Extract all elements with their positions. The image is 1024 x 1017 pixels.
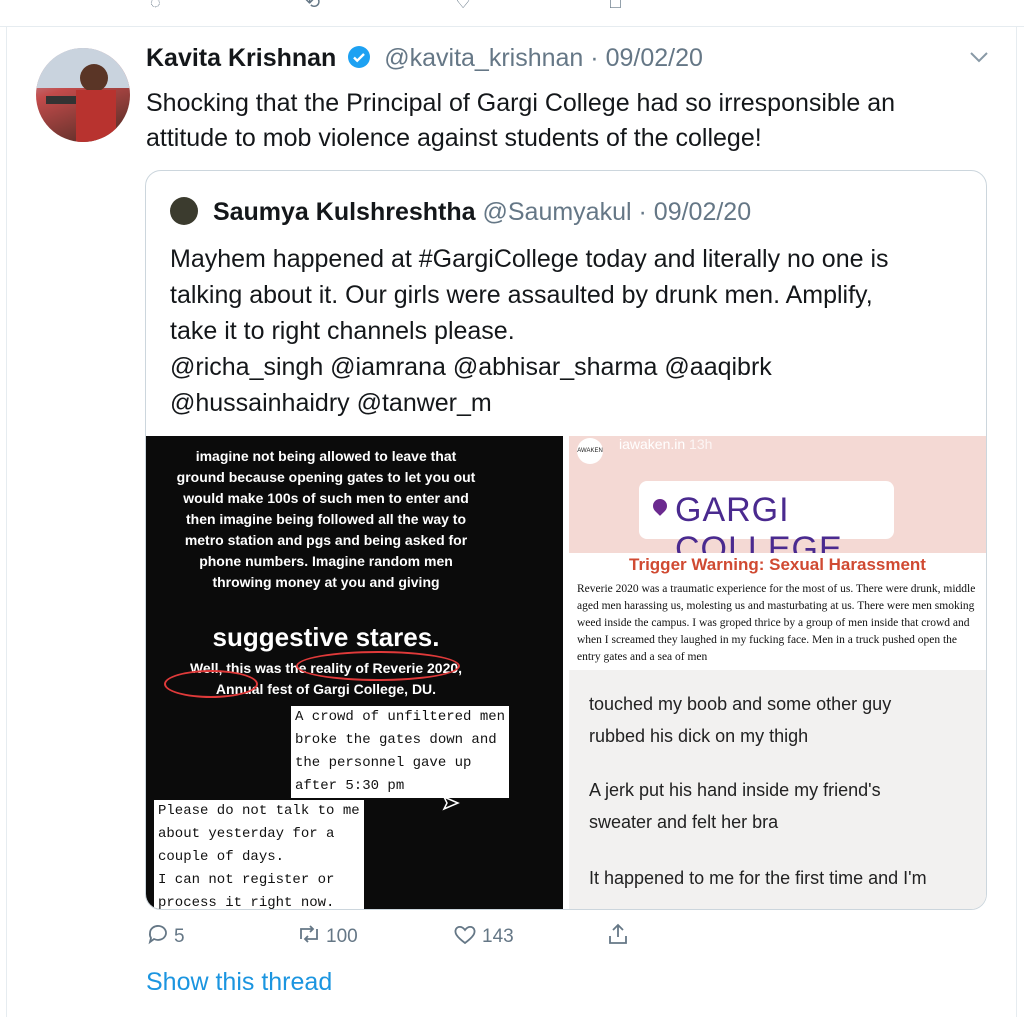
quoted-line: @richa_singh @iamrana @abhisar_sharma @a…: [170, 353, 772, 381]
reply-button[interactable]: 5: [146, 922, 185, 948]
right-border: [1016, 26, 1017, 1017]
quoted-line: Mayhem happened at #GargiCollege today a…: [170, 245, 889, 273]
heart-icon: [454, 925, 476, 945]
author-handle[interactable]: @kavita_krishnan: [384, 44, 583, 72]
quoted-avatar: [170, 197, 198, 225]
quoted-line: talking about it. Our girls were assault…: [170, 281, 873, 309]
like-icon[interactable]: ♡: [455, 0, 471, 13]
verified-badge-icon: [348, 46, 371, 68]
send-icon: [442, 795, 460, 811]
retweet-button[interactable]: 100: [296, 922, 358, 948]
show-thread-link[interactable]: Show this thread: [146, 968, 332, 997]
story-paragraph: imagine not being allowed to leave that …: [176, 448, 476, 590]
quoted-author-name: Saumya Kulshreshtha: [212, 198, 476, 226]
tweet-date[interactable]: 09/02/20: [606, 44, 703, 72]
location-sticker: GARGI COLLEGE: [639, 481, 894, 568]
chevron-down-icon[interactable]: [968, 50, 990, 64]
quoted-author-handle: @Saumyakul: [482, 198, 632, 226]
like-button[interactable]: 143: [452, 922, 514, 948]
story-avatar: AWAKEN: [577, 438, 603, 464]
story-user: iawaken.in 13h: [619, 436, 713, 452]
previous-tweet-actions: ◌ ⟲ ♡ □: [0, 0, 1024, 27]
quoted-tweet-header: Saumya Kulshreshtha @Saumyakul · 09/02/2…: [170, 197, 751, 227]
trigger-warning-title: Trigger Warning: Sexual Harassment: [629, 555, 926, 574]
avatar[interactable]: [36, 48, 130, 142]
quoted-tweet-text: Mayhem happened at #GargiCollege today a…: [170, 241, 970, 421]
trigger-warning-block: Trigger Warning: Sexual Harassment Rever…: [569, 553, 986, 670]
story-headline: suggestive stares.: [212, 622, 440, 652]
left-border: [6, 26, 7, 1017]
tweet-header: Kavita Krishnan @kavita_krishnan · 09/02…: [146, 44, 703, 72]
overlay-text-box: Please do not talk to me about yesterday…: [154, 800, 364, 909]
media-image-left[interactable]: imagine not being allowed to leave that …: [146, 436, 563, 909]
share-icon[interactable]: □: [610, 0, 621, 13]
quoted-tweet[interactable]: Saumya Kulshreshtha @Saumyakul · 09/02/2…: [145, 170, 987, 910]
quoted-line: take it to right channels please.: [170, 317, 515, 345]
testimony-text: touched my boob and some other guy rubbe…: [569, 670, 986, 909]
location-pin-icon: [650, 496, 670, 516]
reply-icon: [148, 925, 167, 945]
media-image-right[interactable]: AWAKEN iawaken.in 13h GARGI COLLEGE Trig…: [569, 436, 986, 909]
trigger-warning-body: Reverie 2020 was a traumatic experience …: [577, 583, 976, 663]
retweet-icon[interactable]: ⟲: [305, 0, 320, 13]
quoted-tweet-date: 09/02/20: [653, 198, 752, 226]
retweet-icon: [300, 925, 318, 943]
red-circle-annotation: [296, 651, 460, 681]
red-circle-annotation: [164, 670, 258, 698]
tweet-text: Shocking that the Principal of Gargi Col…: [146, 89, 896, 152]
author-name[interactable]: Kavita Krishnan: [146, 44, 336, 72]
story-header: AWAKEN iawaken.in 13h GARGI COLLEGE: [569, 436, 986, 568]
reply-icon[interactable]: ◌: [150, 0, 161, 13]
share-button[interactable]: [606, 922, 634, 948]
overlay-text-box: A crowd of unfiltered men broke the gate…: [291, 706, 510, 798]
quoted-line: @hussainhaidry @tanwer_m: [170, 389, 492, 417]
share-icon: [609, 923, 627, 944]
